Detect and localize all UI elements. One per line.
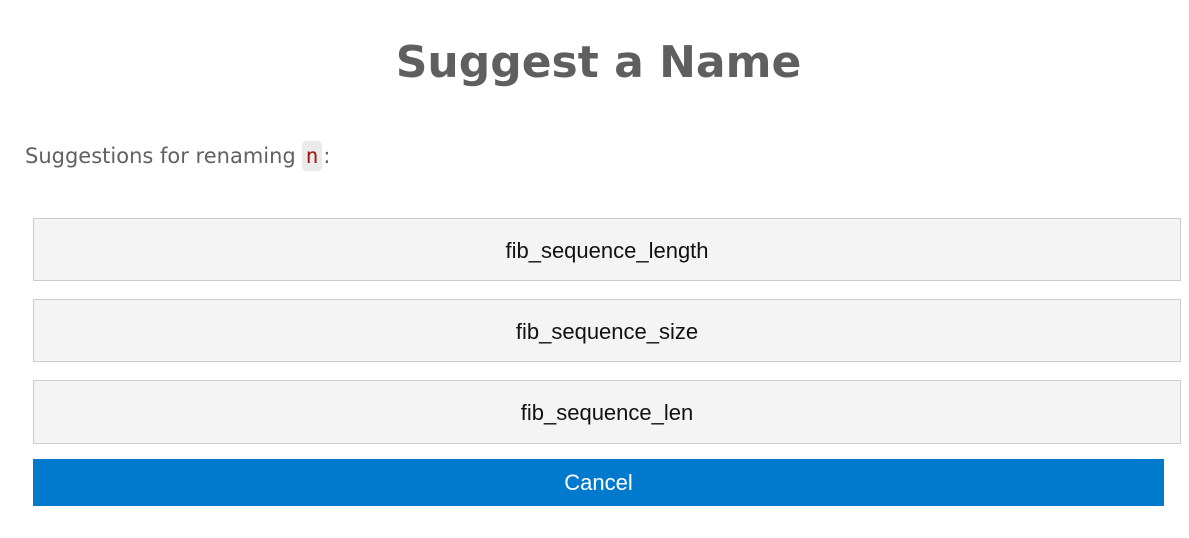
suggestion-list: fib_sequence_length fib_sequence_size fi… bbox=[33, 218, 1181, 444]
cancel-button[interactable]: Cancel bbox=[33, 459, 1164, 506]
suggestion-button-fib-sequence-length[interactable]: fib_sequence_length bbox=[33, 218, 1181, 281]
suggestion-button-fib-sequence-len[interactable]: fib_sequence_len bbox=[33, 380, 1181, 444]
dialog-title: Suggest a Name bbox=[395, 37, 802, 88]
variable-name-chip: n bbox=[301, 141, 323, 171]
suggestion-button-fib-sequence-size[interactable]: fib_sequence_size bbox=[33, 299, 1181, 362]
prompt-suffix: : bbox=[323, 144, 331, 168]
prompt-text: Suggestions for renaming bbox=[25, 144, 296, 168]
rename-prompt: Suggestions for renaming n: bbox=[25, 140, 331, 172]
